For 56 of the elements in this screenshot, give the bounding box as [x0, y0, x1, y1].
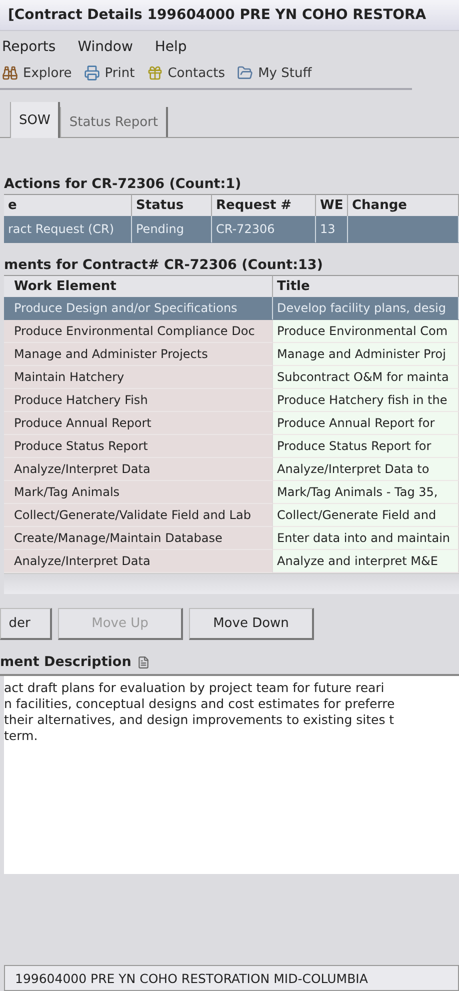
menu-item[interactable]: Window: [78, 39, 133, 55]
button[interactable]: Move Down: [189, 608, 314, 640]
table-cell[interactable]: Enter data into and maintain: [273, 527, 459, 550]
table-cell[interactable]: Create/Manage/Maintain Database: [4, 527, 273, 550]
toolbar-button[interactable]: Print: [84, 65, 135, 81]
section-heading: Actions for CR-72306 (Count:1): [3, 176, 242, 194]
table-cell[interactable]: [348, 216, 459, 243]
column-header: Work Element: [4, 275, 273, 297]
toolbar-button[interactable]: Explore: [2, 65, 72, 81]
table-cell[interactable]: Produce Annual Report for: [273, 412, 459, 435]
description-line: their alternatives, and design improvements to existing sites t: [4, 712, 396, 728]
section-heading: ment Description: [0, 654, 132, 670]
toolbar-button[interactable]: Contacts: [146, 65, 226, 81]
column-header: e: [4, 194, 132, 216]
table-cell[interactable]: Maintain Hatchery: [4, 366, 273, 389]
printer-icon: [84, 65, 100, 81]
table-cell[interactable]: Mark/Tag Animals - Tag 35,: [273, 481, 459, 504]
status-text: 199604000 PRE YN COHO RESTORATION MID-COLUMBIA: [15, 970, 368, 986]
table-cell[interactable]: Produce Environmental Compliance Doc: [4, 320, 273, 343]
folder-icon: [237, 65, 254, 81]
table-cell[interactable]: Collect/Generate/Validate Field and Lab: [4, 504, 273, 527]
menu-item[interactable]: Help: [154, 39, 187, 55]
table-cell[interactable]: Subcontract O&M for mainta: [273, 366, 459, 389]
table-cell[interactable]: Analyze and interpret M&E: [273, 550, 459, 573]
column-header: Title: [273, 275, 459, 297]
menu-item[interactable]: Reports: [2, 39, 56, 55]
column-header: Change: [348, 194, 459, 216]
tab[interactable]: SOW: [10, 102, 60, 138]
table-cell[interactable]: Produce Annual Report: [4, 412, 273, 435]
table-cell[interactable]: Analyze/Interpret Data: [4, 458, 273, 481]
window-title: [Contract Details 199604000 PRE YN COHO RESTORA: [8, 7, 426, 23]
button[interactable]: der: [0, 608, 52, 640]
binoculars-icon: [2, 65, 18, 81]
table-cell[interactable]: Manage and Administer Projects: [4, 343, 273, 366]
table-cell[interactable]: Produce Hatchery Fish: [4, 389, 273, 412]
toolbar-button[interactable]: My Stuff: [237, 65, 312, 81]
description-field[interactable]: act draft plans for evaluation by project team for future reari n facilities, conceptual designs and cost estimates for preferre their alternatives, and design improvements to existing sites t term.: [4, 676, 459, 874]
description-line: act draft plans for evaluation by project team for future reari: [4, 680, 386, 696]
table-cell[interactable]: Produce Status Report for: [273, 435, 459, 458]
table-cell[interactable]: Produce Hatchery fish in the: [273, 389, 459, 412]
table-cell[interactable]: Collect/Generate Field and: [273, 504, 459, 527]
section-heading: ments for Contract# CR-72306 (Count:13): [3, 257, 324, 275]
table-cell[interactable]: Manage and Administer Proj: [273, 343, 459, 366]
gift-icon: [146, 65, 163, 81]
note-icon[interactable]: [137, 656, 150, 668]
table-cell[interactable]: Analyze/Interpret Data: [4, 550, 273, 573]
tab[interactable]: Status Report: [60, 107, 168, 137]
table-cell[interactable]: Analyze/Interpret Data to: [273, 458, 459, 481]
column-header: WE: [316, 194, 348, 216]
column-header: Status: [132, 194, 212, 216]
table-cell[interactable]: Mark/Tag Animals: [4, 481, 273, 504]
column-header: Request #: [212, 194, 316, 216]
table-cell[interactable]: Produce Status Report: [4, 435, 273, 458]
description-line: n facilities, conceptual designs and cost estimates for preferre: [4, 696, 396, 712]
description-line: term.: [4, 728, 39, 744]
table-cell[interactable]: Produce Environmental Com: [273, 320, 459, 343]
